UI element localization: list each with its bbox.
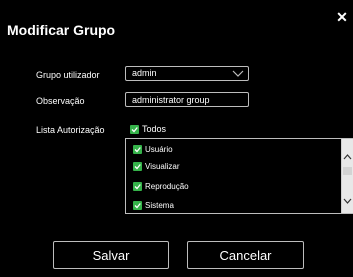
permission-label: Usuário — [145, 144, 173, 154]
modify-group-dialog: Modificar Grupo ✕ Grupo utilizador admin… — [0, 0, 353, 277]
checkbox-checked-icon — [133, 200, 142, 210]
permission-item[interactable]: Visualizar — [133, 161, 180, 171]
permission-item[interactable]: Reprodução — [133, 181, 189, 191]
cancel-button[interactable]: Cancelar — [187, 241, 304, 269]
observation-field[interactable] — [125, 92, 249, 107]
select-all-checkbox[interactable]: Todos — [130, 124, 166, 134]
dialog-title: Modificar Grupo — [7, 22, 116, 38]
checkbox-checked-icon — [130, 124, 139, 134]
group-user-select[interactable]: admin — [125, 66, 249, 81]
permission-list-scrollbar[interactable] — [341, 139, 353, 213]
close-icon[interactable]: ✕ — [336, 10, 348, 24]
permission-label: Visualizar — [145, 161, 180, 171]
permission-label: Reprodução — [145, 181, 189, 191]
chevron-down-icon[interactable] — [343, 197, 352, 205]
observation-label: Observação — [36, 96, 85, 106]
permission-list: Usuário Visualizar Reprodução Sistema — [125, 138, 353, 214]
authorization-list-label: Lista Autorização — [36, 125, 105, 135]
scrollbar-thumb[interactable] — [343, 167, 352, 175]
permission-item[interactable]: Usuário — [133, 144, 173, 154]
save-button[interactable]: Salvar — [53, 241, 169, 269]
checkbox-checked-icon — [133, 161, 142, 171]
chevron-up-icon[interactable] — [343, 153, 352, 161]
chevron-down-icon — [232, 70, 244, 77]
permission-label: Sistema — [145, 200, 174, 210]
checkbox-checked-icon — [133, 181, 142, 191]
group-user-label: Grupo utilizador — [36, 70, 100, 80]
checkbox-checked-icon — [133, 144, 142, 154]
group-user-selected-value: admin — [132, 68, 157, 78]
permission-item[interactable]: Sistema — [133, 200, 174, 210]
select-all-label: Todos — [142, 124, 167, 134]
observation-input[interactable] — [132, 93, 242, 106]
